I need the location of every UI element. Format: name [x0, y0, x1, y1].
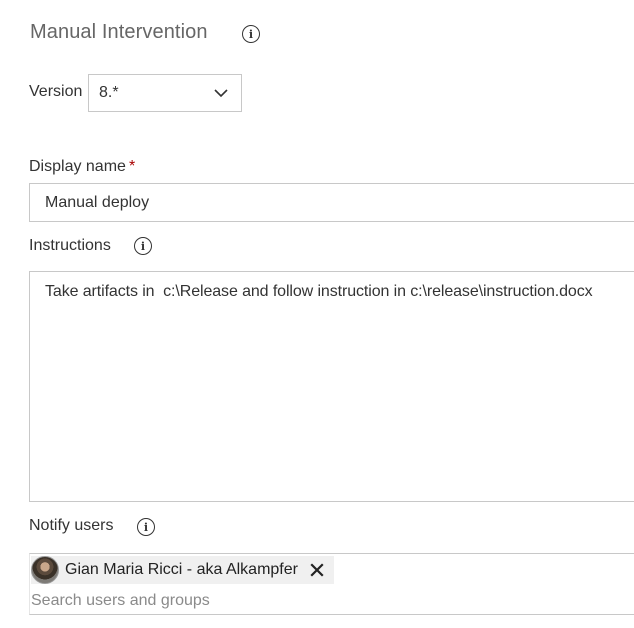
instructions-textarea[interactable]: Take artifacts in c:\Release and follow … — [29, 271, 634, 502]
display-name-label: Display name * — [29, 158, 135, 176]
display-name-field[interactable]: Manual deploy — [29, 183, 634, 222]
user-chip-name: Gian Maria Ricci - aka Alkampfer — [65, 561, 298, 578]
user-chip: Gian Maria Ricci - aka Alkampfer — [31, 556, 334, 584]
instructions-info-icon[interactable]: i — [134, 237, 152, 255]
display-name-label-text: Display name — [29, 158, 126, 175]
version-dropdown[interactable]: 8.* — [88, 74, 242, 112]
page-title: Manual Intervention — [30, 21, 208, 43]
version-selected-value: 8.* — [99, 84, 119, 101]
title-info-icon[interactable]: i — [242, 25, 260, 43]
close-icon[interactable] — [308, 561, 326, 579]
instructions-label: Instructions — [29, 237, 111, 254]
chevron-down-icon — [214, 89, 228, 98]
user-avatar — [31, 556, 59, 584]
notify-users-info-icon[interactable]: i — [137, 518, 155, 536]
version-label: Version — [29, 83, 83, 100]
notify-users-label: Notify users — [29, 517, 114, 534]
search-users-input[interactable] — [31, 590, 591, 612]
display-name-value: Manual deploy — [45, 193, 150, 211]
required-marker: * — [128, 158, 136, 175]
people-picker[interactable]: Gian Maria Ricci - aka Alkampfer — [29, 553, 634, 615]
